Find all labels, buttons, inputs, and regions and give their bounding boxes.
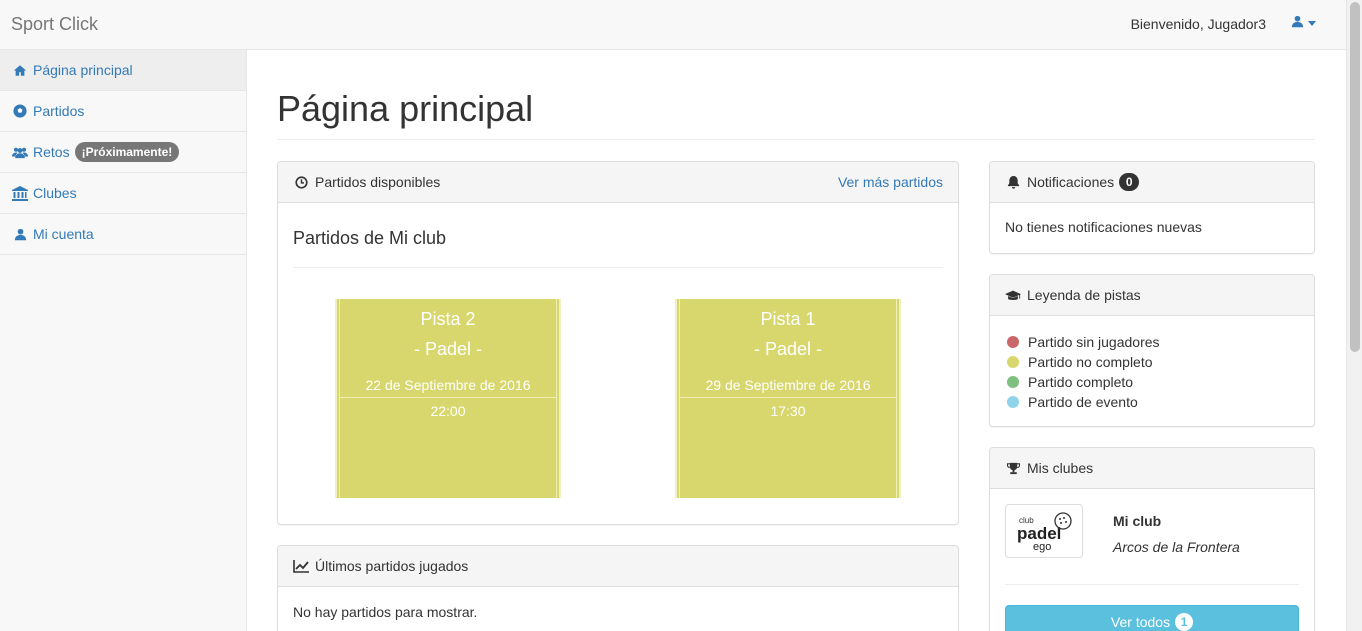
panel-title: Notificaciones	[1027, 174, 1115, 190]
panel-heading: Últimos partidos jugados	[278, 546, 958, 587]
see-more-matches-link[interactable]: Ver más partidos	[838, 174, 943, 190]
court-sport: - Padel -	[753, 339, 823, 359]
sidebar-item-mi-cuenta[interactable]: Mi cuenta	[0, 214, 246, 255]
soccer-ball-icon	[12, 103, 28, 119]
status-dot	[1007, 356, 1019, 368]
user-dropdown-toggle[interactable]	[1291, 15, 1316, 31]
user-icon	[12, 226, 28, 242]
panel-title: Últimos partidos jugados	[315, 558, 469, 574]
user-icon	[1291, 15, 1304, 31]
court-card[interactable]: Pista 1 - Padel - 29 de Septiembre de 20…	[675, 299, 901, 498]
page-title: Página principal	[277, 88, 534, 129]
users-icon	[12, 144, 28, 160]
court-name: Pista 2	[420, 309, 476, 329]
panel-title: Partidos disponibles	[315, 174, 441, 190]
button-label: Ver todos	[1110, 614, 1171, 630]
sidebar-item-clubes[interactable]: Clubes	[0, 173, 246, 214]
clubs-count-badge: 1	[1175, 613, 1194, 631]
legend-label: Partido no completo	[1028, 354, 1153, 370]
notification-count-badge: 0	[1119, 173, 1140, 191]
chevron-down-icon	[1308, 20, 1316, 26]
scrollbar-thumb[interactable]	[1350, 2, 1360, 352]
court-time: 17:30	[770, 403, 806, 419]
sidebar-item-label: Mi cuenta	[33, 226, 94, 242]
divider	[1005, 584, 1299, 585]
status-dot	[1007, 396, 1019, 408]
legend-item: Partido de evento	[1007, 392, 1297, 412]
line-chart-icon	[293, 558, 309, 574]
sidebar-item-retos[interactable]: Retos ¡Próximamente!	[0, 132, 246, 173]
sidebar-item-label: Página principal	[33, 62, 133, 78]
sidebar: Página principal Partidos Retos ¡Próxima…	[0, 50, 247, 631]
home-icon	[12, 62, 28, 78]
sidebar-item-partidos[interactable]: Partidos	[0, 91, 246, 132]
legend-item: Partido no completo	[1007, 352, 1297, 372]
divider	[293, 267, 943, 268]
sidebar-item-label: Retos	[33, 144, 70, 160]
padel-ego-logo: club padel ego	[1017, 512, 1072, 553]
sidebar-item-pagina-principal[interactable]: Página principal	[0, 50, 246, 91]
available-matches-panel: Partidos disponibles Ver más partidos Pa…	[277, 161, 959, 525]
club-name[interactable]: Mi club	[1113, 513, 1161, 529]
legend-label: Partido sin jugadores	[1028, 334, 1160, 350]
court-line	[340, 397, 556, 398]
panel-heading: Leyenda de pistas	[990, 275, 1314, 316]
panel-heading: Partidos disponibles Ver más partidos	[278, 162, 958, 203]
legend-label: Partido de evento	[1028, 394, 1138, 410]
club-matches-subtitle: Partidos de Mi club	[293, 228, 447, 248]
legend-item: Partido sin jugadores	[1007, 332, 1297, 352]
page-scrollbar[interactable]	[1346, 0, 1362, 631]
recent-matches-panel: Últimos partidos jugados No hay partidos…	[277, 545, 959, 631]
court-name: Pista 1	[760, 309, 816, 329]
status-dot	[1007, 376, 1019, 388]
club-city: Arcos de la Frontera	[1113, 539, 1240, 555]
bell-icon	[1005, 174, 1021, 190]
panel-title: Leyenda de pistas	[1027, 287, 1141, 303]
svg-text:ego: ego	[1033, 541, 1051, 553]
court-line	[680, 397, 896, 398]
sidebar-item-label: Partidos	[33, 103, 85, 119]
welcome-text: Bienvenido, Jugador3	[1130, 16, 1266, 32]
panel-title: Mis clubes	[1027, 460, 1094, 476]
panel-heading: Notificaciones 0	[990, 162, 1314, 203]
top-navbar: Sport Click Bienvenido, Jugador3	[0, 0, 1346, 50]
coming-soon-badge: ¡Próximamente!	[74, 142, 180, 162]
court-legend-panel: Leyenda de pistas Partido sin jugadores …	[989, 274, 1315, 427]
notifications-panel: Notificaciones 0 No tienes notificacione…	[989, 161, 1315, 254]
trophy-icon	[1005, 460, 1021, 476]
brand-logo[interactable]: Sport Click	[11, 14, 98, 35]
legend-item: Partido completo	[1007, 372, 1297, 392]
title-divider	[277, 139, 1315, 140]
graduation-cap-icon	[1005, 287, 1021, 303]
club-logo[interactable]: club padel ego	[1005, 504, 1083, 558]
court-card[interactable]: Pista 2 - Padel - 22 de Septiembre de 20…	[335, 299, 561, 498]
court-sport: - Padel -	[413, 339, 483, 359]
court-date: 22 de Septiembre de 2016	[365, 377, 531, 393]
empty-message: No hay partidos para mostrar.	[293, 604, 478, 620]
empty-message: No tienes notificaciones nuevas	[1005, 219, 1202, 235]
court-date: 29 de Septiembre de 2016	[705, 377, 871, 393]
legend-list: Partido sin jugadores Partido no complet…	[990, 316, 1314, 412]
sidebar-item-label: Clubes	[33, 185, 77, 201]
institution-icon	[12, 185, 28, 201]
legend-label: Partido completo	[1028, 374, 1134, 390]
panel-heading: Mis clubes	[990, 448, 1314, 489]
status-dot	[1007, 336, 1019, 348]
my-clubs-panel: Mis clubes club padel ego Mi club Arcos …	[989, 447, 1315, 631]
see-all-clubs-button[interactable]: Ver todos 1	[1005, 605, 1299, 631]
clock-icon	[293, 174, 309, 190]
court-time: 22:00	[430, 403, 466, 419]
